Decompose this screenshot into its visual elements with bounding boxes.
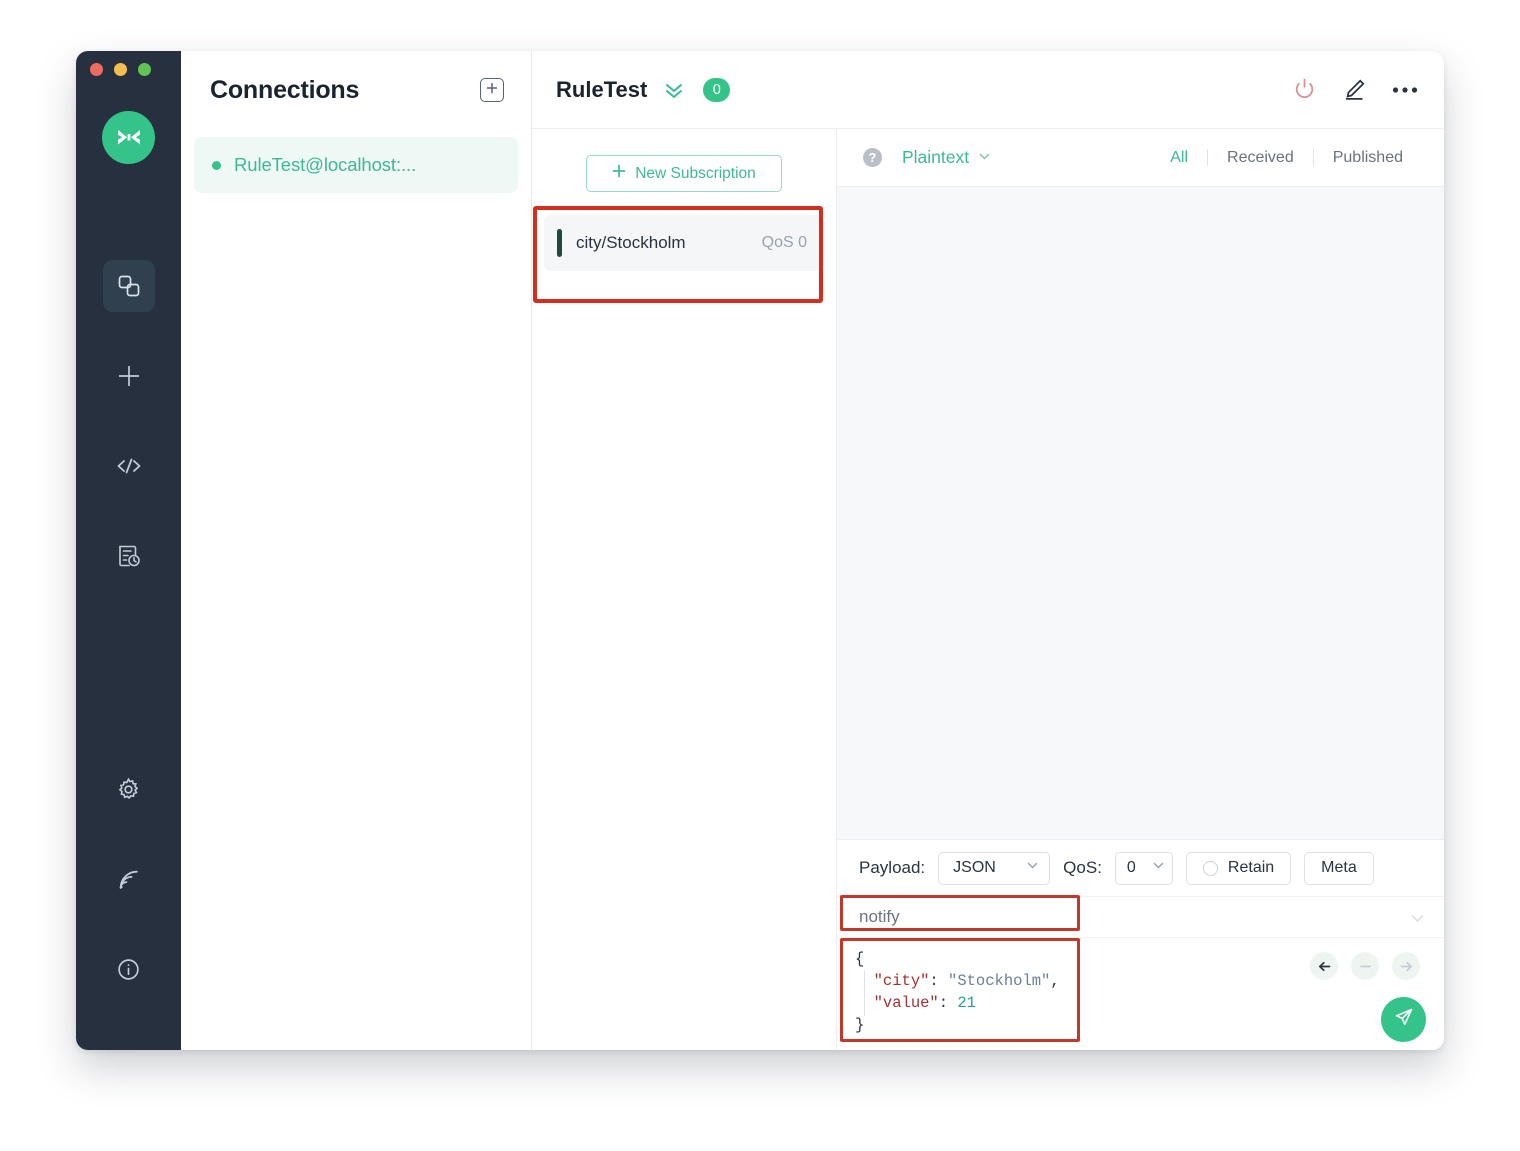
message-list[interactable] — [837, 187, 1444, 839]
chevron-down-icon — [1152, 859, 1165, 877]
meta-button[interactable]: Meta — [1304, 851, 1374, 885]
chevron-double-down-icon[interactable] — [663, 79, 685, 101]
editor-history-actions — [1310, 952, 1420, 980]
status-dot-icon — [212, 160, 221, 170]
message-toolbar: ? Plaintext All Received Published — [837, 129, 1444, 187]
main-header: RuleTest 0 — [532, 51, 1444, 129]
rail-secondary-items — [103, 763, 155, 995]
chevron-down-icon — [978, 147, 991, 168]
indent-guide — [864, 970, 865, 1016]
pencil-icon[interactable] — [1342, 77, 1367, 102]
traffic-lights — [90, 63, 151, 76]
arrow-right-icon[interactable] — [1392, 952, 1420, 980]
chevron-down-icon — [1026, 859, 1039, 877]
new-subscription-button[interactable]: New Subscription — [586, 155, 782, 192]
plus-icon — [115, 362, 143, 390]
payload-format-value: Plaintext — [902, 147, 970, 167]
payload-line: } — [855, 1016, 865, 1034]
page-title: Connections — [210, 75, 360, 104]
sidebar-item-log[interactable] — [103, 530, 155, 582]
add-connection-button[interactable] — [480, 78, 504, 102]
subscriptions-list: city/Stockholm QoS 0 — [532, 192, 836, 303]
new-subscription-wrap: New Subscription — [532, 129, 836, 192]
plus-icon — [612, 164, 626, 183]
sidebar-item-new-connection[interactable] — [103, 350, 155, 402]
new-subscription-label: New Subscription — [635, 164, 756, 182]
arrow-left-icon[interactable] — [1310, 952, 1338, 980]
qos-select[interactable]: 0 — [1114, 851, 1173, 885]
list-item[interactable]: city/Stockholm QoS 0 — [544, 215, 824, 271]
sidebar-item-connections[interactable] — [102, 260, 155, 312]
broker-name: RuleTest — [556, 76, 648, 102]
power-icon[interactable] — [1292, 77, 1317, 102]
payload-line: "value": 21 — [873, 994, 976, 1012]
log-clock-icon — [116, 543, 142, 569]
sidebar-item-scripts[interactable] — [103, 440, 155, 492]
message-filters: All Received Published — [1151, 149, 1422, 167]
main-body: New Subscription city/Stockholm QoS 0 ? — [532, 129, 1444, 1050]
topic-input[interactable] — [837, 897, 1257, 937]
payload-type-value: JSON — [953, 859, 996, 876]
list-item[interactable]: RuleTest@localhost:... — [194, 137, 518, 193]
subscription-color-bar — [557, 229, 562, 257]
ellipsis-icon[interactable] — [1392, 86, 1418, 94]
copy-stack-icon — [116, 273, 142, 299]
filter-received[interactable]: Received — [1208, 149, 1313, 167]
payload-row: { "city": "Stockholm", "value": 21} — [837, 938, 1444, 1050]
send-paper-plane-icon — [1393, 1006, 1415, 1033]
rail-primary-items — [102, 260, 155, 582]
minus-icon[interactable] — [1351, 952, 1379, 980]
subscription-topic: city/Stockholm — [576, 233, 686, 252]
payload-label: Payload: — [859, 858, 926, 877]
filter-all[interactable]: All — [1151, 149, 1207, 167]
maximize-window-button[interactable] — [138, 63, 151, 76]
publish-area: Payload: JSON QoS: 0 Retain Meta notify … — [837, 839, 1444, 1050]
mqttx-logo — [102, 111, 155, 164]
qos-label: QoS: — [1063, 858, 1102, 877]
send-button[interactable] — [1381, 997, 1426, 1042]
minimize-window-button[interactable] — [114, 63, 127, 76]
subscriptions-panel: New Subscription city/Stockholm QoS 0 — [532, 129, 837, 1050]
header-actions — [1292, 77, 1418, 102]
topic-row — [837, 895, 1444, 938]
close-window-button[interactable] — [90, 63, 103, 76]
connections-header: Connections — [181, 51, 531, 129]
sidebar-item-benchmark[interactable] — [103, 853, 155, 905]
filter-published[interactable]: Published — [1314, 149, 1422, 167]
message-count-badge: 0 — [703, 77, 731, 102]
payload-format-select[interactable]: Plaintext — [902, 147, 991, 168]
question-circle-icon[interactable]: ? — [863, 148, 882, 167]
meta-label: Meta — [1321, 859, 1357, 876]
message-panel: ? Plaintext All Received Published Paylo… — [837, 129, 1444, 1050]
qos-value: 0 — [1126, 859, 1136, 876]
connection-name: RuleTest@localhost:... — [234, 154, 417, 175]
connections-list: RuleTest@localhost:... — [181, 129, 531, 193]
main-panel: RuleTest 0 New Subscription city/Stockho… — [532, 51, 1444, 1050]
retain-toggle[interactable]: Retain — [1185, 851, 1292, 885]
broadcast-icon — [116, 867, 141, 892]
info-icon — [116, 957, 141, 982]
chevron-down-icon[interactable] — [1409, 910, 1426, 932]
subscription-qos: QoS 0 — [761, 234, 807, 251]
sidebar-item-settings[interactable] — [103, 763, 155, 815]
sidebar-item-about[interactable] — [103, 943, 155, 995]
app-window: Connections RuleTest@localhost:... RuleT… — [76, 51, 1444, 1050]
radio-icon — [1202, 860, 1218, 876]
code-brackets-icon — [115, 452, 143, 480]
left-rail — [76, 51, 181, 1050]
publish-options: Payload: JSON QoS: 0 Retain Meta — [837, 840, 1444, 896]
plus-square-icon — [485, 81, 499, 100]
gear-icon — [116, 777, 141, 802]
connections-panel: Connections RuleTest@localhost:... — [181, 51, 532, 1050]
retain-label: Retain — [1227, 859, 1275, 876]
payload-type-select[interactable]: JSON — [938, 851, 1051, 885]
